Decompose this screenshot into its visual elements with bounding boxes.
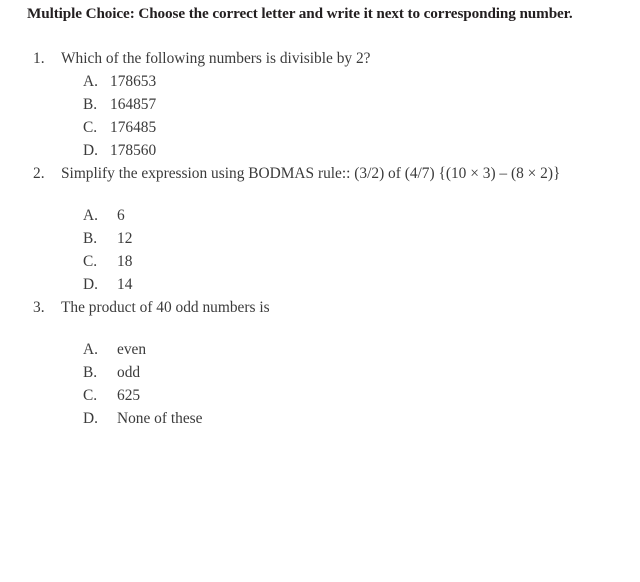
option-row[interactable]: A. even [0, 338, 640, 361]
option-letter: A. [83, 73, 98, 90]
question-line: 3. The product of 40 odd numbers is [0, 296, 640, 319]
option-text: odd [117, 364, 141, 381]
question-block: 2. Simplify the expression using BODMAS r… [0, 162, 640, 296]
option-letter: D. [83, 410, 98, 427]
question-text: The product of 40 odd numbers is [61, 299, 270, 316]
option-text: 178653 [110, 73, 157, 90]
option-text: even [117, 341, 147, 358]
option-letter: C. [83, 119, 98, 136]
option-text: 625 [117, 387, 141, 404]
option-letter: D. [83, 276, 98, 293]
option-row[interactable]: A. 6 [0, 204, 640, 227]
option-list: A. 6 B. 12 C. 18 D. 14 [0, 204, 640, 296]
option-letter: A. [83, 207, 98, 224]
option-text: 164857 [110, 96, 157, 113]
question-block: 3. The product of 40 odd numbers is A. even… [0, 296, 640, 430]
question-text: Simplify the expression using BODMAS rul… [61, 165, 561, 182]
option-row[interactable]: C. 18 [0, 250, 640, 273]
option-text: None of these [117, 410, 203, 427]
question-line: 1. Which of the following numbers is divi… [0, 47, 640, 70]
question-text: Which of the following numbers is divisi… [61, 50, 371, 67]
worksheet-page: Multiple Choice: Choose the correct lett… [0, 0, 640, 582]
option-row[interactable]: A. 178653 [0, 70, 640, 93]
question-block: 1. Which of the following numbers is divi… [0, 47, 640, 162]
page-title: Multiple Choice: Choose the correct lett… [27, 5, 573, 22]
option-text: 12 [117, 230, 133, 247]
option-row[interactable]: B. 164857 [0, 93, 640, 116]
option-letter: D. [83, 142, 98, 159]
question-line: 2. Simplify the expression using BODMAS r… [0, 162, 640, 185]
option-letter: B. [83, 96, 98, 113]
option-letter: A. [83, 341, 98, 358]
option-text: 14 [117, 276, 133, 293]
option-letter: C. [83, 387, 98, 404]
option-letter: B. [83, 230, 98, 247]
option-text: 176485 [110, 119, 157, 136]
option-row[interactable]: D. 14 [0, 273, 640, 296]
question-number: 1. [33, 50, 45, 67]
option-row[interactable]: B. odd [0, 361, 640, 384]
option-row[interactable]: B. 12 [0, 227, 640, 250]
option-text: 6 [117, 207, 125, 224]
option-list: A. 178653 B. 164857 C. 176485 D. 178560 [0, 70, 640, 162]
option-row[interactable]: D. 178560 [0, 139, 640, 162]
question-number: 2. [33, 165, 45, 182]
option-letter: B. [83, 364, 98, 381]
option-text: 18 [117, 253, 133, 270]
question-number: 3. [33, 299, 45, 316]
option-row[interactable]: C. 625 [0, 384, 640, 407]
option-text: 178560 [110, 142, 157, 159]
option-row[interactable]: C. 176485 [0, 116, 640, 139]
option-row[interactable]: D. None of these [0, 407, 640, 430]
option-list: A. even B. odd C. 625 D. None of these [0, 338, 640, 430]
option-letter: C. [83, 253, 98, 270]
